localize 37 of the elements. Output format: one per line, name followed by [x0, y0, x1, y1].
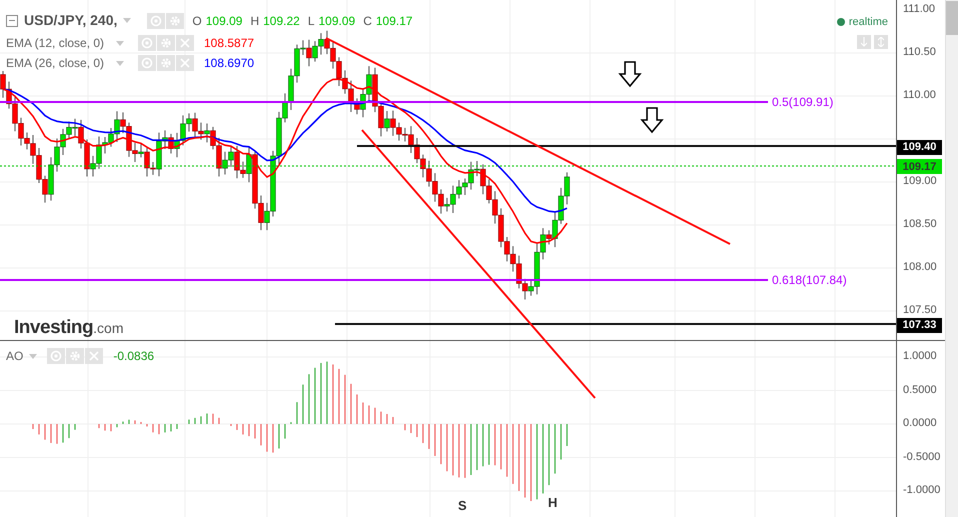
price-tag: 107.33: [897, 318, 942, 333]
ohlc-label: H: [250, 12, 260, 30]
ohlc-label: C: [363, 12, 372, 30]
indicator-name: AO: [6, 348, 24, 365]
logo-suffix: .com: [93, 319, 124, 338]
axis-label: 108.50: [903, 219, 937, 230]
ohlc-value: 109.09: [318, 12, 356, 30]
logo-wordmark: Investing: [14, 316, 94, 340]
indicator-value: 108.5877: [204, 35, 254, 52]
status-label: realtime: [848, 15, 888, 30]
fibonacci-label: 0.618(107.84): [772, 274, 847, 286]
ohlc-value: 109.22: [263, 12, 300, 30]
axis-label: 110.50: [903, 47, 936, 58]
ohlc-label: L: [308, 12, 314, 30]
fibonacci-label: 0.5(109.91): [772, 96, 834, 108]
axis-label: -0.5000: [903, 452, 940, 462]
indicator-name: EMA (12, close, 0): [6, 35, 106, 52]
price-tag: 109.40: [897, 140, 942, 155]
indicator-value: 108.6970: [204, 55, 254, 72]
ohlc-value: 109.17: [376, 12, 413, 30]
symbol-title: USD/JPY, 240,: [24, 11, 118, 30]
axis-label: 111.00: [903, 4, 936, 15]
axis-label: 1.0000: [903, 351, 937, 362]
price-tag: 109.17: [897, 159, 942, 174]
axis-label: 109.00: [903, 176, 937, 187]
ohlc-value: 109.09: [206, 12, 242, 30]
axis-label: 107.50: [903, 305, 937, 316]
indicator-name: EMA (26, close, 0): [6, 55, 106, 72]
axis-label: 110.00: [903, 90, 936, 101]
ohlc-label: O: [192, 12, 202, 30]
pattern-label: S: [458, 497, 467, 515]
axis-label: 0.5000: [903, 384, 937, 396]
axis-label: -1.0000: [903, 485, 940, 496]
axis-label: 0.0000: [903, 418, 937, 429]
axis-label: 108.00: [903, 262, 937, 273]
indicator-value: -0.0836: [113, 348, 154, 365]
pattern-label: H: [548, 494, 558, 512]
